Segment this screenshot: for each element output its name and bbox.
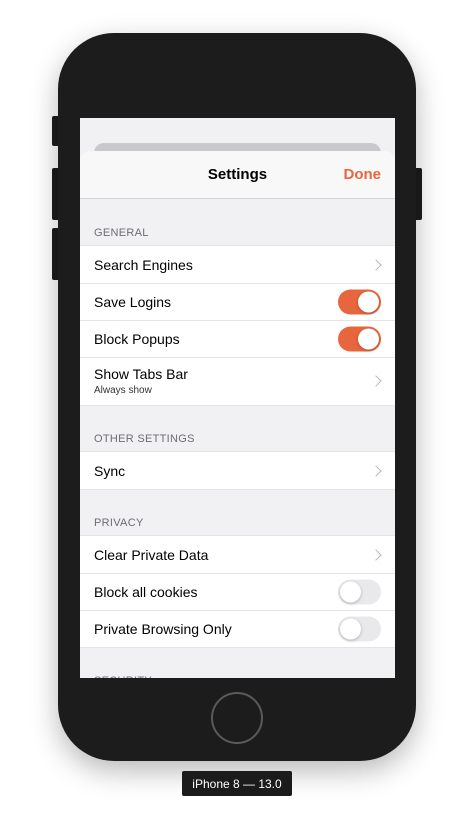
private-browsing-only-row: Private Browsing Only [80,610,395,647]
save-logins-toggle[interactable] [338,289,381,314]
row-subtitle: Always show [94,385,152,396]
sync-row[interactable]: Sync [80,452,395,489]
show-tabs-bar-row[interactable]: Show Tabs Bar Always show [80,357,395,405]
row-label: Private Browsing Only [94,620,232,637]
settings-screen: Settings Done GENERAL Search Engines Sav… [80,118,395,678]
section-header-other-settings: OTHER SETTINGS [94,433,195,445]
block-popups-toggle[interactable] [338,326,381,351]
chevron-right-icon [370,258,382,271]
device-label: iPhone 8 — 13.0 [182,771,292,796]
search-engines-row[interactable]: Search Engines [80,246,395,283]
clear-private-data-row[interactable]: Clear Private Data [80,536,395,573]
privacy-group: Clear Private Data Block all cookies Pri… [80,535,395,648]
row-label: Save Logins [94,293,172,310]
chevron-right-icon [370,548,382,561]
navigation-bar: Settings Done [80,151,395,199]
done-button[interactable]: Done [344,166,382,183]
toggle-knob [358,328,379,349]
home-button[interactable] [211,692,263,744]
section-header-privacy: PRIVACY [94,517,144,529]
section-header-general: GENERAL [94,227,149,239]
settings-list: GENERAL Search Engines Save Logins Block… [80,200,395,678]
toggle-knob [340,581,361,602]
general-group: Search Engines Save Logins Block Popups … [80,245,395,406]
section-header-security: SECURITY [80,648,395,678]
row-label: Clear Private Data [94,546,209,563]
other-settings-group: Sync [80,451,395,490]
row-label: Block Popups [94,330,180,347]
block-popups-row: Block Popups [80,320,395,357]
row-label: Sync [94,462,126,479]
chevron-right-icon [370,375,382,387]
row-label: Show Tabs Bar [94,366,188,382]
block-all-cookies-row: Block all cookies [80,573,395,610]
private-browsing-only-toggle[interactable] [338,616,381,641]
toggle-knob [358,291,379,312]
chevron-right-icon [370,464,382,477]
toggle-knob [340,618,361,639]
row-label: Block all cookies [94,583,198,600]
save-logins-row: Save Logins [80,283,395,320]
row-label: Search Engines [94,256,193,273]
block-all-cookies-toggle[interactable] [338,579,381,604]
